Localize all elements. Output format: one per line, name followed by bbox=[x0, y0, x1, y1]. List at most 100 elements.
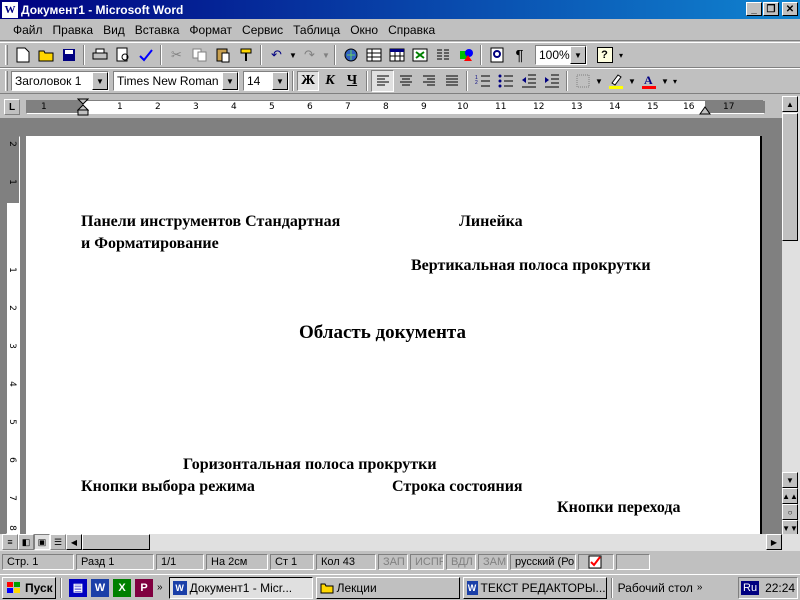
tab-selector[interactable]: L bbox=[4, 99, 20, 115]
status-record[interactable]: ЗАП bbox=[378, 554, 408, 570]
insert-table-icon[interactable] bbox=[385, 44, 408, 66]
align-left-icon[interactable] bbox=[371, 70, 394, 92]
vertical-ruler[interactable]: 2 1 1 2 3 4 5 6 7 8 bbox=[6, 136, 20, 534]
desktop-toolbar-more-icon[interactable]: » bbox=[697, 582, 703, 593]
borders-icon[interactable] bbox=[571, 70, 594, 92]
font-color-dropdown-icon[interactable]: ▼ bbox=[660, 77, 670, 86]
style-select[interactable]: Заголовок 1 ▼ bbox=[11, 71, 109, 91]
indent-marker-icon[interactable] bbox=[77, 98, 89, 116]
menu-view[interactable]: Вид bbox=[98, 23, 130, 37]
desktop-toolbar-label[interactable]: Рабочий стол bbox=[618, 581, 693, 595]
normal-view-icon[interactable]: ≡ bbox=[2, 534, 18, 550]
scroll-down-icon[interactable]: ▼ bbox=[782, 472, 798, 488]
copy-icon[interactable] bbox=[188, 44, 211, 66]
toolbar-grip[interactable] bbox=[5, 45, 8, 65]
scroll-left-icon[interactable]: ◀ bbox=[66, 534, 82, 550]
numbering-icon[interactable]: 12 bbox=[471, 70, 494, 92]
status-overtype[interactable]: ЗАМ bbox=[478, 554, 508, 570]
align-center-icon[interactable] bbox=[394, 70, 417, 92]
undo-dropdown-icon[interactable]: ▼ bbox=[288, 51, 298, 60]
menu-insert[interactable]: Вставка bbox=[130, 23, 185, 37]
menu-help[interactable]: Справка bbox=[383, 23, 440, 37]
quicklaunch-more-icon[interactable]: » bbox=[157, 582, 163, 593]
decrease-indent-icon[interactable] bbox=[517, 70, 540, 92]
print-layout-icon[interactable]: ▣ bbox=[34, 534, 50, 550]
start-button[interactable]: Пуск bbox=[2, 576, 56, 599]
bullets-icon[interactable] bbox=[494, 70, 517, 92]
format-painter-icon[interactable] bbox=[234, 44, 257, 66]
scroll-up-icon[interactable]: ▲ bbox=[782, 96, 798, 112]
status-extend[interactable]: ВДЛ bbox=[446, 554, 476, 570]
quicklaunch-word-icon[interactable]: W bbox=[91, 578, 109, 597]
font-color-icon[interactable]: A bbox=[637, 70, 660, 92]
clock[interactable]: 22:24 bbox=[765, 581, 795, 595]
outline-view-icon[interactable]: ☰ bbox=[50, 534, 66, 550]
redo-dropdown-icon[interactable]: ▼ bbox=[321, 51, 331, 60]
align-right-icon[interactable] bbox=[417, 70, 440, 92]
font-select[interactable]: Times New Roman ▼ bbox=[113, 71, 239, 91]
columns-icon[interactable] bbox=[431, 44, 454, 66]
print-icon[interactable] bbox=[88, 44, 111, 66]
bold-button[interactable]: Ж bbox=[297, 71, 319, 91]
quicklaunch-excel-icon[interactable]: X bbox=[113, 578, 131, 597]
toolbar-options-icon[interactable]: ▾ bbox=[616, 51, 626, 60]
word-app-icon[interactable]: W bbox=[2, 1, 18, 18]
font-dropdown-icon[interactable]: ▼ bbox=[222, 72, 238, 90]
increase-indent-icon[interactable] bbox=[540, 70, 563, 92]
horizontal-scroll-thumb[interactable] bbox=[82, 534, 150, 550]
status-language[interactable]: русский (Ро bbox=[510, 554, 576, 570]
spelling-icon[interactable] bbox=[134, 44, 157, 66]
scroll-thumb[interactable] bbox=[782, 113, 798, 241]
print-preview-icon[interactable] bbox=[111, 44, 134, 66]
horizontal-scrollbar[interactable]: ≡ ◧ ▣ ☰ ◀ ▶ bbox=[0, 534, 800, 551]
menu-format[interactable]: Формат bbox=[184, 23, 237, 37]
highlight-icon[interactable] bbox=[604, 70, 627, 92]
quicklaunch-powerpoint-icon[interactable]: P bbox=[135, 578, 153, 597]
new-document-icon[interactable] bbox=[11, 44, 34, 66]
undo-icon[interactable]: ↶ bbox=[265, 44, 288, 66]
minimize-button[interactable]: _ bbox=[746, 2, 762, 16]
cut-icon[interactable]: ✂ bbox=[165, 44, 188, 66]
web-layout-icon[interactable]: ◧ bbox=[18, 534, 34, 550]
document-page[interactable]: Панели инструментов Стандартная и Формат… bbox=[26, 136, 762, 534]
paste-icon[interactable] bbox=[211, 44, 234, 66]
status-track-changes[interactable]: ИСПР bbox=[410, 554, 444, 570]
maximize-button[interactable]: ❐ bbox=[763, 2, 779, 16]
task-text-editors[interactable]: W ТЕКСТ РЕДАКТОРЫ... bbox=[462, 576, 607, 599]
spelling-status-icon[interactable] bbox=[578, 554, 614, 570]
redo-icon[interactable]: ↷ bbox=[298, 44, 321, 66]
menu-tools[interactable]: Сервис bbox=[237, 23, 288, 37]
horizontal-ruler[interactable]: 1 1 2 3 4 5 6 7 8 9 10 11 12 13 14 15 16… bbox=[26, 98, 765, 116]
vertical-scrollbar[interactable]: ▲ ▼ ▲▲ ○ ▼▼ bbox=[782, 96, 800, 536]
toolbar-options-icon[interactable]: ▾ bbox=[670, 77, 680, 86]
insert-excel-icon[interactable] bbox=[408, 44, 431, 66]
task-word-document[interactable]: W Документ1 - Micr... bbox=[168, 576, 313, 599]
drawing-icon[interactable] bbox=[454, 44, 477, 66]
highlight-dropdown-icon[interactable]: ▼ bbox=[627, 77, 637, 86]
tables-borders-icon[interactable] bbox=[362, 44, 385, 66]
zoom-select[interactable]: 100% ▼ bbox=[535, 45, 587, 65]
font-size-dropdown-icon[interactable]: ▼ bbox=[272, 72, 288, 90]
task-lectures-folder[interactable]: Лекции bbox=[315, 576, 460, 599]
help-icon[interactable]: ? bbox=[593, 44, 616, 66]
font-size-select[interactable]: 14 ▼ bbox=[243, 71, 289, 91]
quicklaunch-desktop-icon[interactable]: ▤ bbox=[69, 578, 87, 597]
toolbar-grip[interactable] bbox=[5, 71, 8, 91]
justify-icon[interactable] bbox=[440, 70, 463, 92]
save-icon[interactable] bbox=[57, 44, 80, 66]
open-folder-icon[interactable] bbox=[34, 44, 57, 66]
scroll-right-icon[interactable]: ▶ bbox=[766, 534, 782, 550]
italic-button[interactable]: К bbox=[319, 71, 341, 91]
right-indent-marker-icon[interactable] bbox=[699, 103, 711, 115]
hyperlink-icon[interactable] bbox=[339, 44, 362, 66]
menu-file[interactable]: Файл bbox=[8, 23, 48, 37]
language-indicator[interactable]: Ru bbox=[741, 581, 760, 595]
underline-button[interactable]: Ч bbox=[341, 71, 363, 91]
select-browse-object-icon[interactable]: ○ bbox=[782, 504, 798, 520]
zoom-dropdown-icon[interactable]: ▼ bbox=[570, 46, 586, 64]
close-button[interactable]: ✕ bbox=[782, 2, 798, 16]
document-map-icon[interactable] bbox=[485, 44, 508, 66]
menu-table[interactable]: Таблица bbox=[288, 23, 345, 37]
previous-page-icon[interactable]: ▲▲ bbox=[782, 488, 798, 504]
borders-dropdown-icon[interactable]: ▼ bbox=[594, 77, 604, 86]
